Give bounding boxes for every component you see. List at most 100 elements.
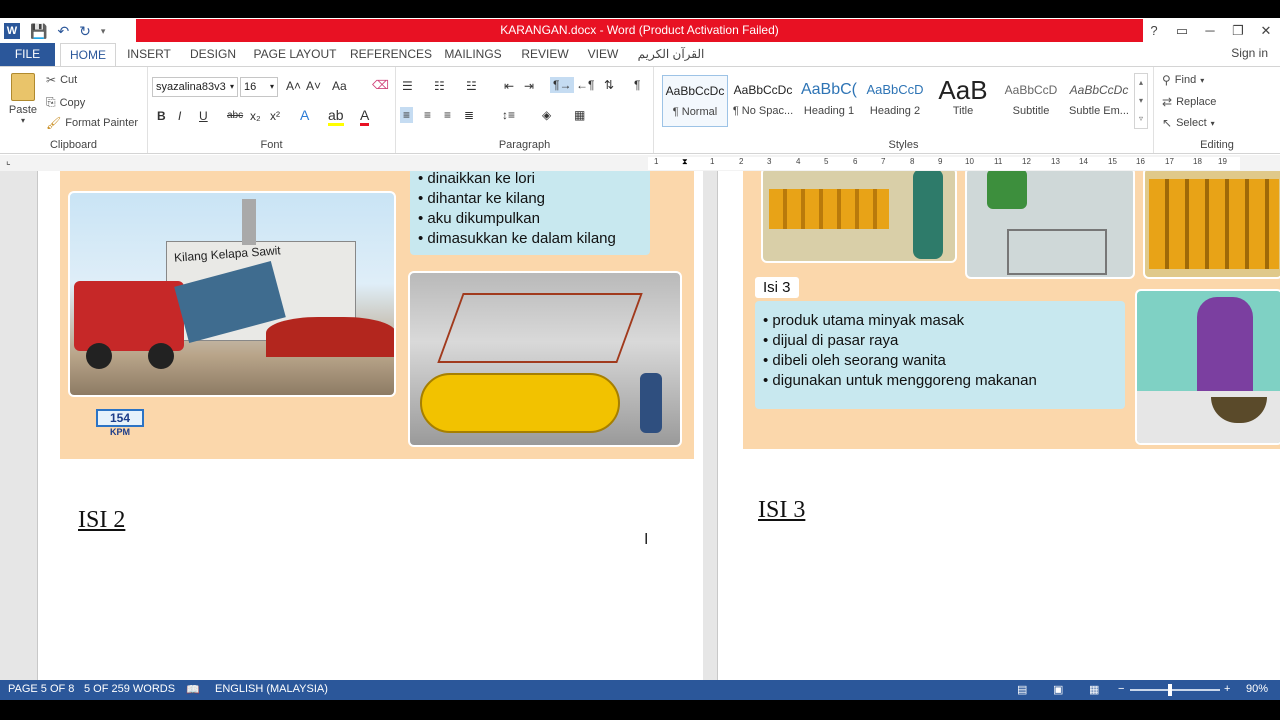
strikethrough-button[interactable]: abc: [227, 110, 243, 121]
ribbon-display-icon[interactable]: ▭: [1168, 23, 1196, 39]
replace-button[interactable]: ⇄ Replace: [1162, 95, 1216, 109]
ruler-number: 16: [1136, 157, 1145, 166]
zoom-slider-thumb[interactable]: [1168, 684, 1172, 696]
paragraph-label: Paragraph: [498, 139, 551, 151]
grow-font-button[interactable]: A˄: [286, 79, 301, 93]
customize-qat-icon[interactable]: ▾: [101, 26, 106, 37]
paste-button[interactable]: Paste ▾: [8, 73, 38, 125]
align-center-icon[interactable]: ≡: [424, 108, 431, 122]
align-right-icon[interactable]: ≡: [444, 108, 451, 122]
styles-scroll[interactable]: ▴ ▾ ▿: [1134, 73, 1148, 129]
tab-insert[interactable]: INSERT: [122, 43, 176, 66]
clear-formatting-icon[interactable]: ⌫: [372, 78, 389, 92]
italic-button[interactable]: I: [178, 109, 181, 123]
bullet-item: • dibeli oleh seorang wanita: [763, 352, 946, 369]
select-button[interactable]: ↖ Select ▾: [1162, 116, 1215, 130]
document-area[interactable]: Kilang Kelapa Sawit • dinaikkan ke lori …: [0, 171, 1280, 680]
justify-icon[interactable]: ≣: [464, 108, 474, 122]
style-no-spacing[interactable]: AaBbCcDc ¶ No Spac...: [730, 75, 796, 127]
style-sample: AaBbC(: [800, 81, 858, 98]
bullets-icon[interactable]: ☰: [402, 79, 413, 93]
zoom-in-icon[interactable]: +: [1224, 683, 1230, 695]
bullet-text: dinaikkan ke lori: [427, 171, 535, 187]
show-formatting-icon[interactable]: ¶: [634, 78, 640, 92]
chevron-down-icon: ▾: [229, 82, 234, 91]
undo-icon[interactable]: ↶: [57, 23, 69, 40]
print-layout-icon[interactable]: ▣: [1053, 683, 1063, 696]
text-effects-icon[interactable]: A: [300, 107, 309, 123]
shading-icon[interactable]: ◈: [542, 108, 551, 122]
replace-icon: ⇄: [1162, 95, 1173, 109]
numbering-icon[interactable]: ☷: [434, 79, 445, 93]
copy-icon: ⎘: [46, 95, 56, 109]
font-color-icon[interactable]: A: [360, 107, 370, 126]
change-case-button[interactable]: Aa: [332, 79, 347, 93]
align-left-icon[interactable]: ≡: [400, 107, 414, 123]
paste-icon: [11, 73, 35, 101]
tab-mailings[interactable]: MAILINGS: [440, 43, 506, 66]
horizontal-ruler[interactable]: 1 ⧗ 1 2 3 4 5 6 7 8 9 10 11 12 13 14 15 …: [648, 157, 1240, 170]
style-subtle-emphasis[interactable]: AaBbCcDc Subtle Em...: [1066, 75, 1132, 127]
find-button[interactable]: ⚲ Find ▾: [1162, 73, 1204, 87]
increase-indent-icon[interactable]: ⇥: [524, 79, 534, 93]
clipboard-label: Clipboard: [49, 139, 98, 151]
copy-button[interactable]: ⎘ Copy: [46, 95, 85, 110]
sign-in-link[interactable]: Sign in: [1231, 46, 1268, 60]
decrease-indent-icon[interactable]: ⇤: [504, 79, 514, 93]
bold-button[interactable]: B: [157, 109, 166, 123]
font-group: syazalina83v3 ▾ 16 ▾ A˄ A˅ Aa ⌫ B I U abc …: [148, 67, 396, 153]
rtl-icon[interactable]: ←¶: [576, 78, 594, 92]
tab-references[interactable]: REFERENCES: [350, 43, 432, 66]
page-6[interactable]: Isi 3 • produk utama minyak masak • diju…: [717, 171, 1280, 680]
tab-home[interactable]: HOME: [60, 43, 116, 66]
multilevel-list-icon[interactable]: ☳: [466, 79, 477, 93]
heading-isi-2[interactable]: ISI 2: [78, 507, 125, 534]
zoom-slider[interactable]: [1130, 684, 1220, 696]
zoom-out-icon[interactable]: −: [1118, 683, 1124, 695]
style-heading-1[interactable]: AaBbC( Heading 1: [796, 75, 862, 127]
style-heading-2[interactable]: AaBbCcD Heading 2: [862, 75, 928, 127]
ruler-number: 19: [1218, 157, 1227, 166]
ltr-icon[interactable]: ¶→: [550, 77, 575, 93]
font-size-box[interactable]: 16 ▾: [240, 77, 278, 97]
cut-button[interactable]: ✂ Cut: [46, 73, 77, 87]
save-icon[interactable]: 💾: [30, 23, 47, 40]
zoom-level[interactable]: 90%: [1246, 683, 1268, 695]
tab-design[interactable]: DESIGN: [186, 43, 240, 66]
word-count[interactable]: 5 OF 259 WORDS: [84, 683, 175, 695]
superscript-button[interactable]: x²: [270, 109, 280, 123]
copy-label: Copy: [59, 96, 86, 109]
borders-icon[interactable]: ▦: [574, 108, 585, 122]
language-indicator[interactable]: ENGLISH (MALAYSIA): [215, 683, 328, 695]
help-icon[interactable]: ?: [1140, 23, 1168, 38]
close-button[interactable]: ✕: [1252, 23, 1280, 39]
tab-view[interactable]: VIEW: [584, 43, 622, 66]
line-spacing-icon[interactable]: ↕≡: [502, 108, 515, 122]
page-count[interactable]: PAGE 5 OF 8: [8, 683, 74, 695]
subscript-button[interactable]: x₂: [250, 109, 261, 123]
tab-review[interactable]: REVIEW: [518, 43, 572, 66]
tab-page-layout[interactable]: PAGE LAYOUT: [252, 43, 338, 66]
style-subtitle[interactable]: AaBbCcD Subtitle: [998, 75, 1064, 127]
cooking-picture: [1135, 289, 1280, 445]
sort-icon[interactable]: ⇅: [604, 78, 614, 92]
style-title[interactable]: AaB Title: [930, 75, 996, 127]
tab-quran[interactable]: القرآن الكريم: [634, 43, 708, 66]
tab-selector-icon[interactable]: ⌞: [6, 156, 11, 167]
highlight-icon[interactable]: ab: [328, 107, 344, 126]
redo-icon[interactable]: ↻: [79, 23, 91, 40]
format-painter-button[interactable]: 🖌 Format Painter: [46, 116, 138, 130]
indent-marker-icon[interactable]: ⧗: [682, 157, 688, 167]
web-layout-icon[interactable]: ▦: [1089, 683, 1099, 696]
read-mode-icon[interactable]: ▤: [1017, 683, 1027, 696]
shrink-font-button[interactable]: A˅: [306, 79, 321, 93]
font-name-box[interactable]: syazalina83v3 ▾: [152, 77, 238, 97]
proofing-icon[interactable]: 📖: [186, 683, 200, 696]
tab-file[interactable]: FILE: [0, 43, 55, 66]
restore-button[interactable]: ❐: [1224, 23, 1252, 39]
minimize-button[interactable]: ─: [1196, 23, 1224, 38]
page-5[interactable]: Kilang Kelapa Sawit • dinaikkan ke lori …: [37, 171, 703, 680]
heading-isi-3[interactable]: ISI 3: [758, 497, 805, 524]
style-normal[interactable]: AaBbCcDc ¶ Normal: [662, 75, 728, 127]
underline-button[interactable]: U: [199, 109, 208, 123]
